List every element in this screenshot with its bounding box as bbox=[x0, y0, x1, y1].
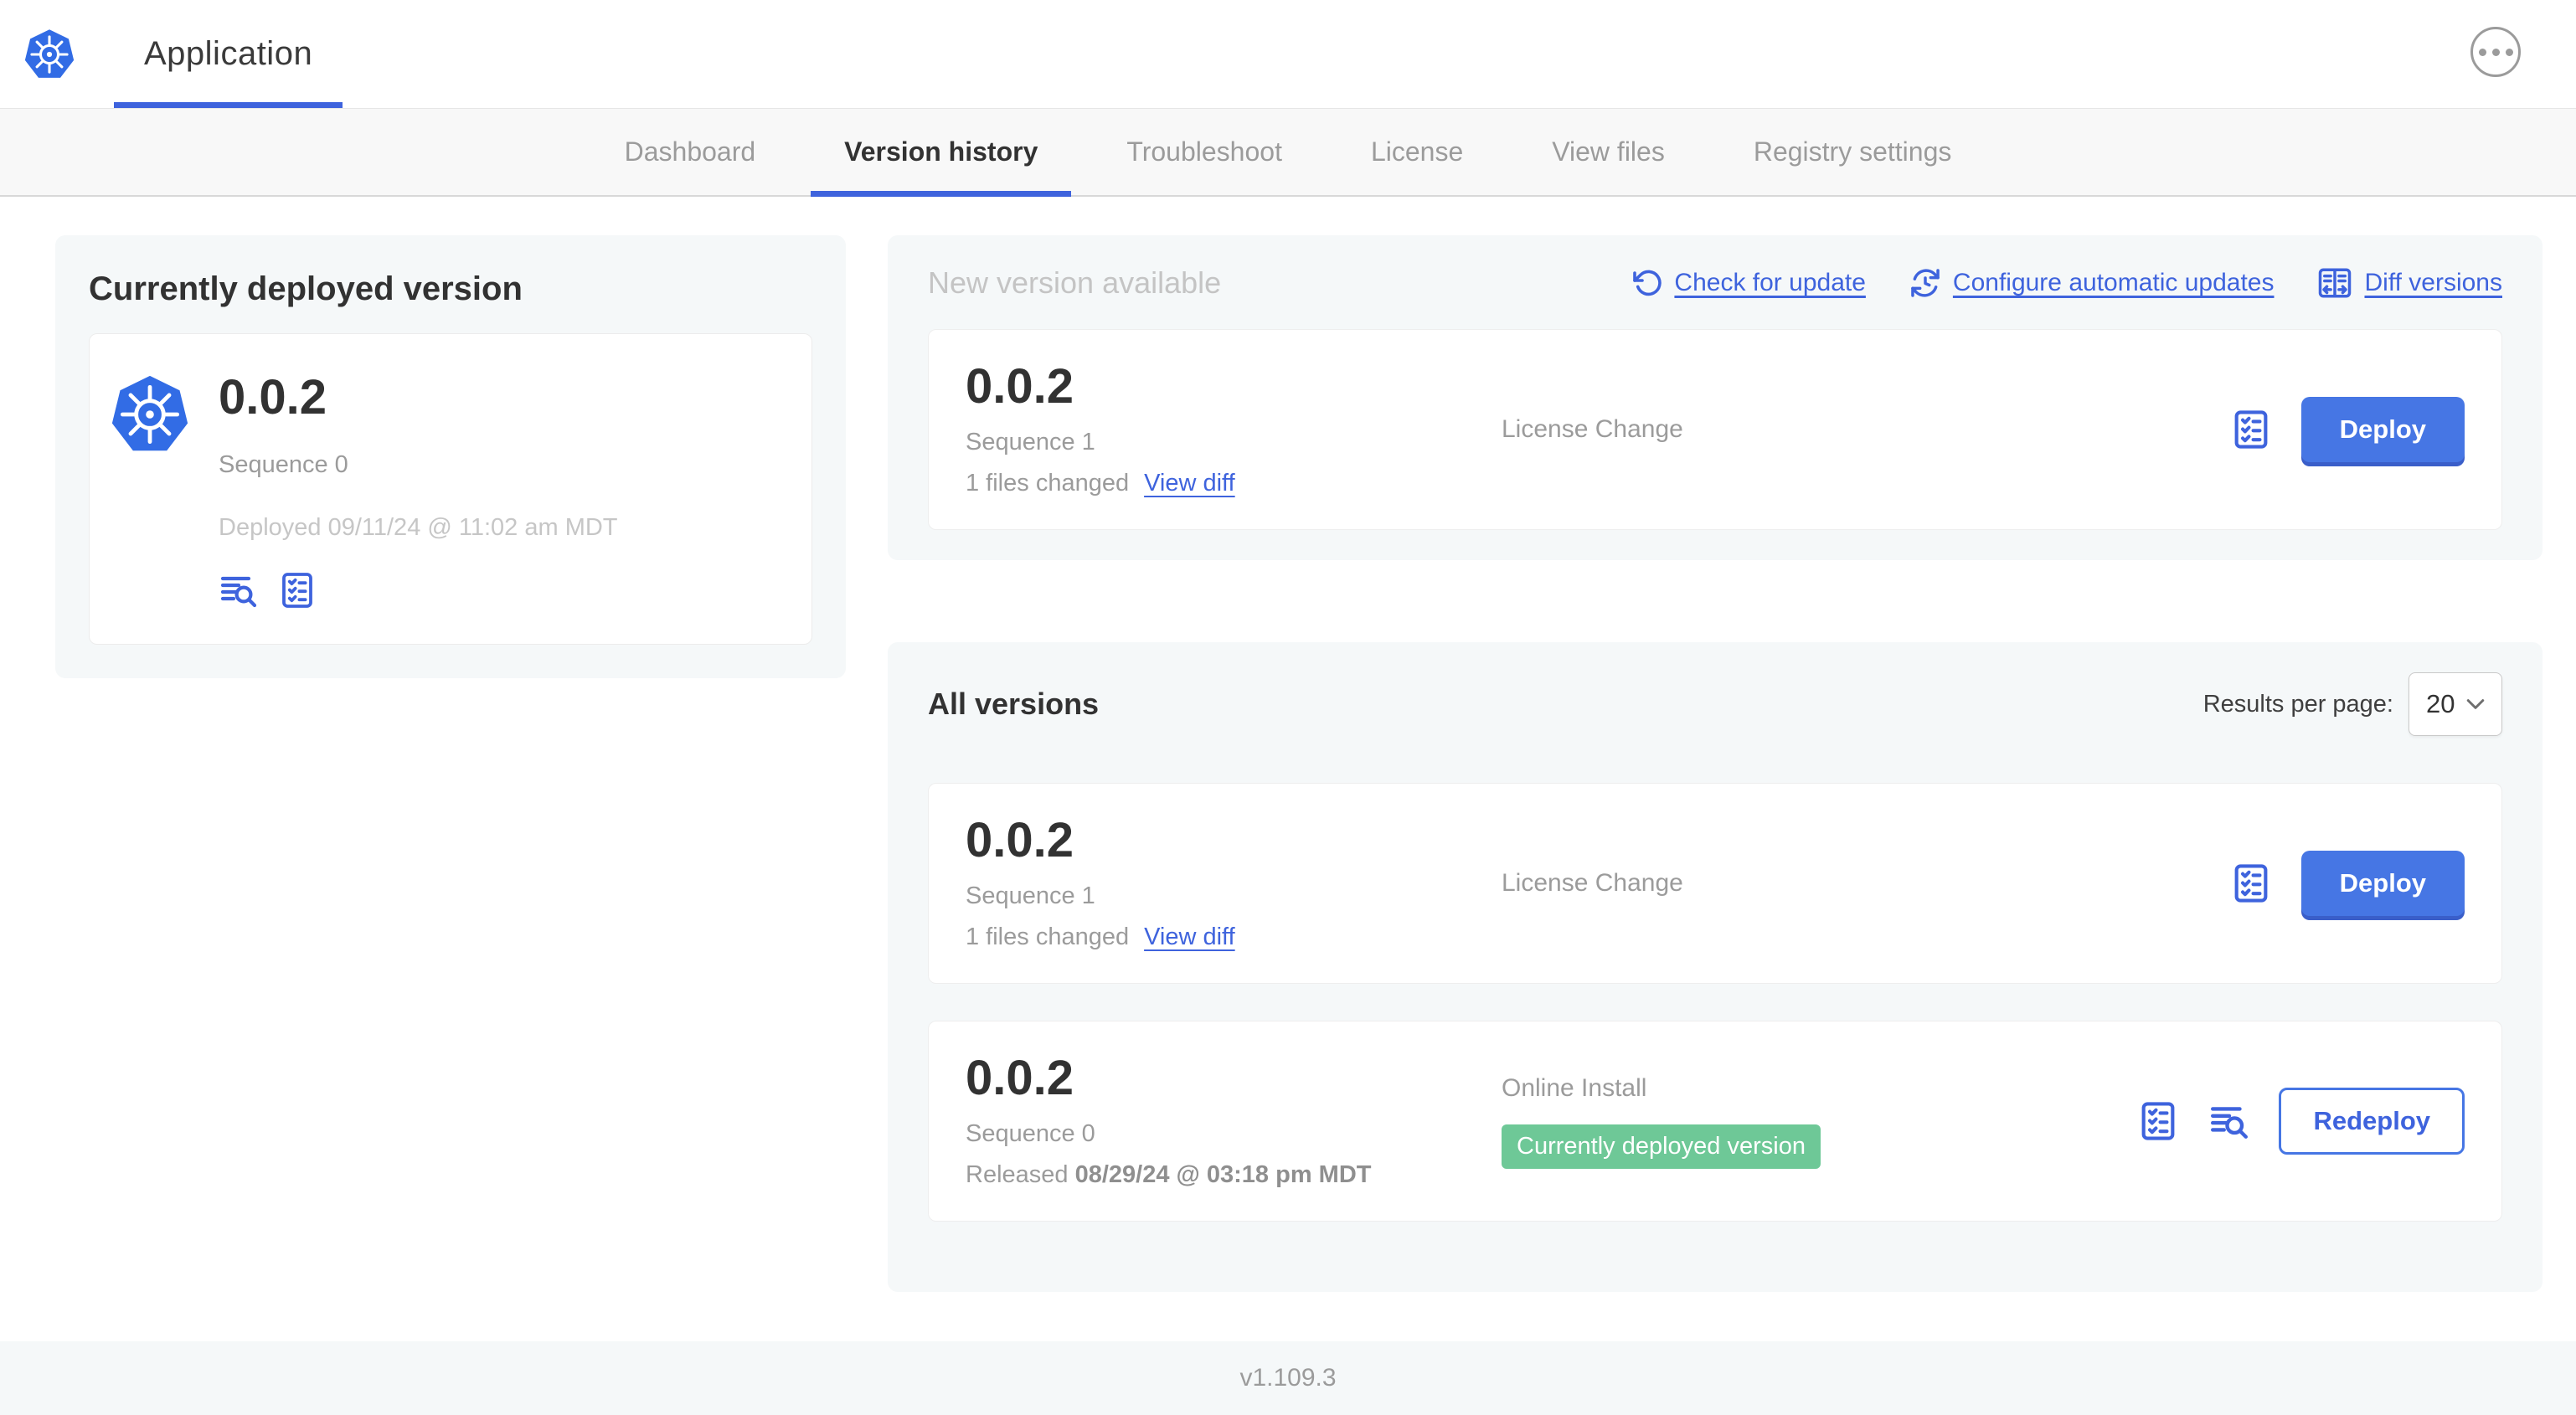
application-tab-active-indicator bbox=[114, 102, 343, 108]
configure-automatic-updates-label: Configure automatic updates bbox=[1952, 269, 2275, 296]
version-row: 0.0.2 Sequence 1 1 files changed View di… bbox=[928, 783, 2502, 984]
new-version-title: New version available bbox=[928, 265, 1222, 300]
top-header: Application bbox=[0, 0, 2576, 109]
currently-deployed-title: Currently deployed version bbox=[89, 270, 523, 307]
preflight-checklist-icon[interactable] bbox=[2229, 862, 2273, 905]
console-version-label: v1.109.3 bbox=[1239, 1364, 1337, 1392]
kubernetes-logo-icon bbox=[23, 28, 75, 79]
version-number: 0.0.2 bbox=[966, 1050, 1074, 1105]
deploy-button[interactable]: Deploy bbox=[2300, 851, 2465, 916]
preflight-checklist-icon[interactable] bbox=[277, 570, 317, 610]
results-per-page-value: 20 bbox=[2426, 689, 2455, 718]
currently-deployed-badge: Currently deployed version bbox=[1502, 1124, 1821, 1169]
version-sequence: Sequence 1 bbox=[966, 429, 1095, 456]
application-tab-label: Application bbox=[144, 35, 313, 72]
page-footer: v1.109.3 bbox=[0, 1341, 2576, 1415]
deployed-version-number: 0.0.2 bbox=[219, 370, 327, 424]
app-kubernetes-icon bbox=[110, 374, 190, 455]
redeploy-button[interactable]: Redeploy bbox=[2279, 1088, 2465, 1155]
application-tab[interactable]: Application bbox=[114, 0, 343, 108]
deploy-button[interactable]: Deploy bbox=[2300, 397, 2465, 462]
tab-registry-settings[interactable]: Registry settings bbox=[1720, 109, 1986, 195]
configure-automatic-updates-link[interactable]: Configure automatic updates bbox=[1909, 267, 2275, 299]
version-number: 0.0.2 bbox=[966, 358, 1074, 414]
version-row: 0.0.2 Sequence 0 Released 08/29/24 @ 03:… bbox=[928, 1021, 2502, 1222]
preflight-checklist-icon[interactable] bbox=[2229, 408, 2273, 451]
results-per-page-label: Results per page: bbox=[2202, 690, 2393, 718]
version-number: 0.0.2 bbox=[966, 812, 1074, 867]
deployed-timestamp: Deployed 09/11/24 @ 11:02 am MDT bbox=[219, 513, 618, 541]
version-source-label: License Change bbox=[1502, 869, 1683, 897]
ellipsis-icon bbox=[2478, 48, 2513, 56]
view-logs-icon[interactable] bbox=[219, 570, 259, 610]
tab-view-files[interactable]: View files bbox=[1518, 109, 1698, 195]
files-changed-label: 1 files changed bbox=[966, 470, 1130, 497]
diff-versions-link[interactable]: Diff versions bbox=[2317, 265, 2502, 301]
check-for-update-label: Check for update bbox=[1674, 269, 1866, 296]
version-sequence: Sequence 1 bbox=[966, 882, 1095, 910]
diff-versions-label: Diff versions bbox=[2364, 269, 2502, 296]
results-per-page-select[interactable]: 20 bbox=[2409, 672, 2502, 736]
clock-refresh-icon bbox=[1911, 269, 1940, 297]
all-versions-title: All versions bbox=[928, 687, 1100, 721]
app-subnav: Dashboard Version history Troubleshoot L… bbox=[0, 109, 2576, 197]
overflow-menu-button[interactable] bbox=[2470, 27, 2521, 77]
chevron-down-icon bbox=[2466, 699, 2485, 709]
diff-icon bbox=[2319, 268, 2352, 298]
deployed-sequence: Sequence 0 bbox=[219, 450, 348, 478]
view-diff-link[interactable]: View diff bbox=[1144, 470, 1235, 497]
tab-troubleshoot[interactable]: Troubleshoot bbox=[1093, 109, 1316, 195]
currently-deployed-panel: Currently deployed version 0.0.2 Sequenc… bbox=[55, 235, 846, 678]
released-timestamp: Released 08/29/24 @ 03:18 pm MDT bbox=[966, 1161, 1372, 1189]
main-content: Currently deployed version 0.0.2 Sequenc… bbox=[0, 197, 2576, 1341]
preflight-checklist-icon[interactable] bbox=[2136, 1099, 2180, 1143]
version-source-label: License Change bbox=[1502, 415, 1683, 443]
rotate-ccw-icon bbox=[1633, 270, 1662, 296]
all-versions-panel: All versions Results per page: 20 0.0.2 … bbox=[888, 642, 2543, 1292]
currently-deployed-card: 0.0.2 Sequence 0 Deployed 09/11/24 @ 11:… bbox=[89, 333, 812, 645]
new-version-row: 0.0.2 Sequence 1 1 files changed View di… bbox=[928, 329, 2502, 530]
tab-dashboard[interactable]: Dashboard bbox=[591, 109, 790, 195]
new-version-panel: New version available Check for update C… bbox=[888, 235, 2543, 560]
tab-version-history[interactable]: Version history bbox=[811, 109, 1072, 197]
files-changed-label: 1 files changed bbox=[966, 924, 1130, 951]
version-sequence: Sequence 0 bbox=[966, 1120, 1095, 1148]
view-logs-icon[interactable] bbox=[2208, 1100, 2250, 1142]
version-source-label: Online Install bbox=[1502, 1073, 1647, 1102]
check-for-update-link[interactable]: Check for update bbox=[1632, 268, 1866, 298]
tab-license[interactable]: License bbox=[1337, 109, 1497, 195]
view-diff-link[interactable]: View diff bbox=[1144, 924, 1235, 951]
